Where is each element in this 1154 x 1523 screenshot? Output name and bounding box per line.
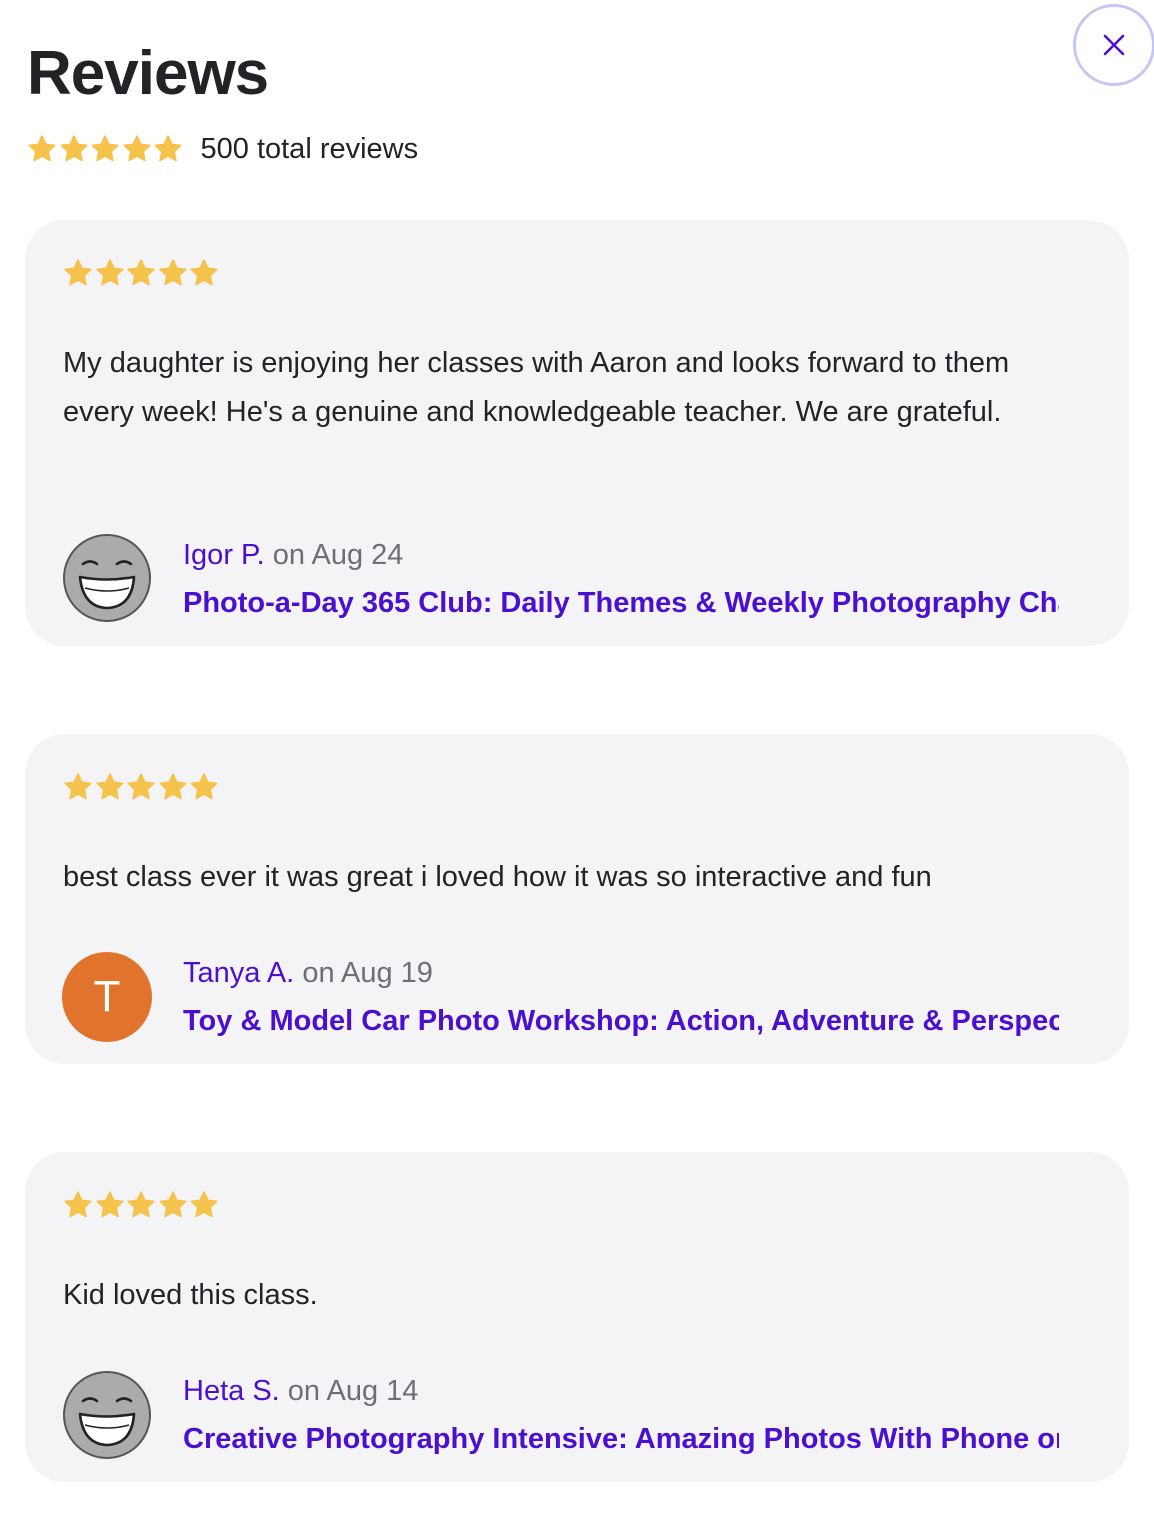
star-icon (95, 773, 124, 800)
star-icon (127, 773, 155, 800)
review-text: best class ever it was great i loved how… (63, 861, 932, 893)
star-icon (158, 1191, 187, 1218)
rating-summary: 500 total reviews (27, 126, 418, 172)
author-name-link[interactable]: Heta S. (183, 1375, 280, 1407)
star-icon (91, 135, 119, 162)
author-name-link[interactable]: Tanya A. (183, 957, 294, 989)
avatar (62, 1370, 152, 1460)
star-icon (190, 1191, 218, 1218)
review-rating-stars (63, 772, 221, 802)
star-icon (190, 259, 218, 286)
review-date: on Aug 24 (272, 539, 404, 571)
smiley-face-icon (63, 534, 151, 622)
review-date: on Aug 19 (302, 957, 433, 989)
star-icon (64, 773, 92, 800)
reviews-modal: Reviews 500 total reviews My daughter is… (0, 0, 1154, 1523)
star-icon (59, 135, 88, 162)
review-text: Kid loved this class. (63, 1279, 318, 1311)
star-icon (158, 259, 187, 286)
review-card: Kid loved this class. Heta S. on Aug 14 … (25, 1152, 1129, 1482)
review-author-line: Igor P. on Aug 24 (183, 535, 403, 575)
review-date: on Aug 14 (287, 1375, 419, 1407)
star-icon (190, 773, 218, 800)
review-card: best class ever it was great i loved how… (25, 734, 1129, 1064)
star-icon (127, 1191, 155, 1218)
review-author-line: Tanya A. on Aug 19 (183, 953, 433, 993)
class-title-link[interactable]: Creative Photography Intensive: Amazing … (183, 1419, 1059, 1459)
class-title-link[interactable]: Toy & Model Car Photo Workshop: Action, … (183, 1001, 1059, 1041)
close-button[interactable] (1073, 4, 1154, 86)
review-rating-stars (63, 1190, 221, 1220)
page-title: Reviews (27, 39, 269, 108)
author-name-link[interactable]: Igor P. (183, 539, 265, 571)
star-icon (64, 259, 92, 286)
avatar (62, 533, 152, 623)
smiley-face-icon (63, 1371, 151, 1459)
total-reviews-count: 500 total reviews (200, 133, 419, 165)
review-card: My daughter is enjoying her classes with… (25, 220, 1129, 646)
star-icon (95, 1191, 124, 1218)
review-author-line: Heta S. on Aug 14 (183, 1371, 418, 1411)
overall-rating-stars (27, 134, 185, 164)
avatar: T (62, 952, 152, 1042)
star-icon (127, 259, 155, 286)
star-icon (95, 259, 124, 286)
star-icon (28, 135, 56, 162)
class-title-link[interactable]: Photo-a-Day 365 Club: Daily Themes & Wee… (183, 583, 1059, 623)
close-icon (1103, 34, 1125, 56)
star-icon (122, 135, 151, 162)
star-icon (158, 773, 187, 800)
review-rating-stars (63, 258, 221, 288)
review-text: My daughter is enjoying her classes with… (63, 347, 1010, 428)
star-icon (64, 1191, 92, 1218)
star-icon (154, 135, 182, 162)
